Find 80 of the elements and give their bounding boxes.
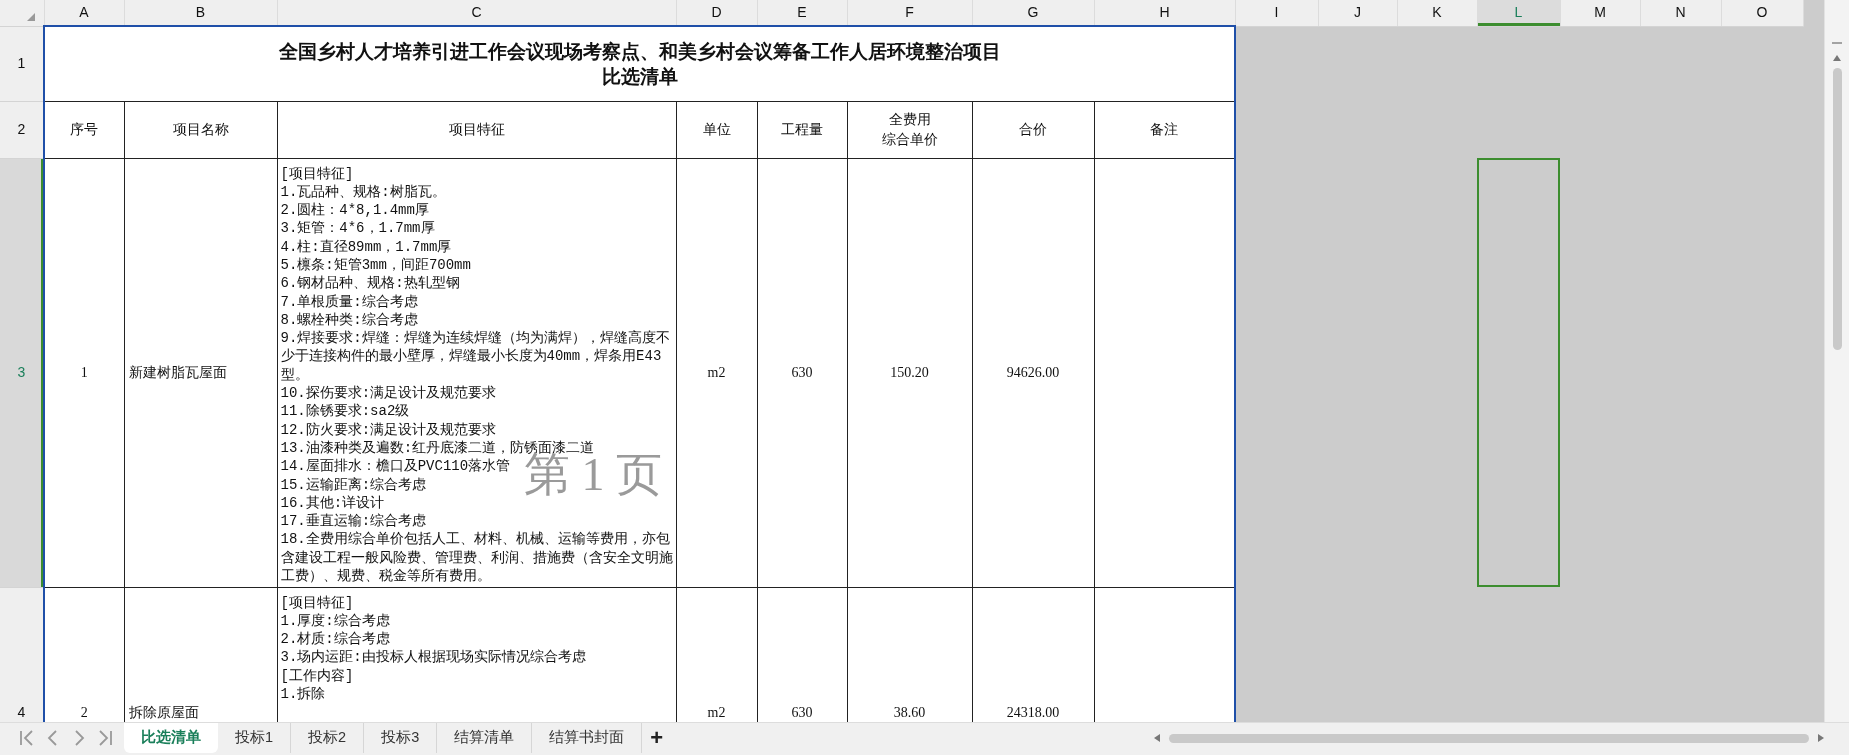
- vertical-scrollbar[interactable]: [1824, 0, 1849, 722]
- column-header[interactable]: L: [1477, 0, 1560, 26]
- column-header[interactable]: J: [1318, 0, 1397, 26]
- scroll-left-icon[interactable]: [1153, 733, 1161, 743]
- feature-line: 6.钢材品种、规格:热轧型钢: [280, 274, 460, 293]
- column-header[interactable]: B: [124, 0, 277, 26]
- total-price: 24318.00: [972, 587, 1094, 722]
- column-header[interactable]: D: [676, 0, 757, 26]
- sheet-tab[interactable]: 结算清单: [437, 723, 533, 753]
- row-header[interactable]: 4: [0, 587, 44, 722]
- feature-line: 1.厚度:综合考虑: [280, 611, 390, 631]
- total-price: 94626.00: [972, 158, 1094, 587]
- sheet-title: 全国乡村人才培养引进工作会议现场考察点、和美乡村会议筹备工作人居环境整治项目 比选清单: [44, 26, 1235, 101]
- feature-line: 18.全费用综合单价包括人工、材料、机械、运输等费用，亦包含建设工程一般风险费、管理费、利润、措施费（含安全文明施工费）、规费、税金等所有费用。: [280, 530, 673, 586]
- row-header[interactable]: 1: [0, 26, 44, 101]
- select-all-corner[interactable]: [0, 0, 44, 26]
- sheet-tab[interactable]: 投标3: [364, 723, 438, 753]
- column-header[interactable]: A: [44, 0, 124, 26]
- column-heading: 备注: [1094, 101, 1235, 158]
- column-header[interactable]: C: [277, 0, 676, 26]
- unit: m2: [676, 587, 757, 722]
- feature-line: 5.檩条:矩管3mm，间距700mm: [280, 256, 471, 275]
- item-number: 1: [44, 158, 124, 587]
- feature-line: [项目特征]: [280, 164, 354, 183]
- feature-line: 8.螺栓种类:综合考虑: [280, 310, 418, 330]
- feature-line: 9.焊接要求:焊缝：焊缝为连续焊缝（均为满焊），焊缝高度不少于连接构件的最小壁厚，焊缝最小长度为40mm，焊条用E43型。: [280, 329, 673, 385]
- feature-line: [项目特征]: [280, 593, 354, 612]
- column-header[interactable]: H: [1094, 0, 1235, 26]
- item-name: 新建树脂瓦屋面: [124, 158, 277, 587]
- column-heading: 项目名称: [124, 101, 277, 158]
- column-heading: 序号: [44, 101, 124, 158]
- sheet-tab[interactable]: 结算书封面: [532, 723, 643, 753]
- column-heading: 单位: [676, 101, 757, 158]
- feature-line: 4.柱:直径89mm，1.7mm厚: [280, 237, 452, 256]
- selected-cell[interactable]: [1477, 158, 1560, 587]
- column-header[interactable]: G: [972, 0, 1094, 26]
- feature-line: [工作内容]: [280, 666, 354, 685]
- add-sheet-button[interactable]: +: [642, 723, 672, 753]
- sheet-tab[interactable]: 比选清单: [124, 723, 218, 753]
- column-heading: 工程量: [757, 101, 847, 158]
- feature-line: 11.除锈要求:sa2级: [280, 402, 410, 421]
- feature-line: 1.拆除: [280, 685, 326, 704]
- column-header[interactable]: N: [1640, 0, 1721, 26]
- row-header[interactable]: 3: [0, 158, 44, 587]
- unit: m2: [676, 158, 757, 587]
- feature-line: 7.单根质量:综合考虑: [280, 292, 418, 311]
- horizontal-scrollbar[interactable]: [1169, 733, 1809, 743]
- scroll-up-icon[interactable]: [1832, 54, 1842, 62]
- feature-line: 15.运输距离:综合考虑: [280, 475, 427, 494]
- feature-line: 3.场内运距:由投标人根据现场实际情况综合考虑: [280, 648, 586, 667]
- feature-line: 3.矩管：4*6，1.7mm厚: [280, 219, 435, 238]
- sheet-tab[interactable]: 投标1: [218, 723, 292, 753]
- row-header[interactable]: 2: [0, 101, 44, 158]
- column-heading: 项目特征: [277, 101, 676, 158]
- feature-line: 14.屋面排水：檐口及PVC110落水管: [280, 457, 511, 476]
- feature-line: 2.圆柱：4*8,1.4mm厚: [280, 201, 429, 220]
- column-header[interactable]: E: [757, 0, 847, 26]
- unit-price: 150.20: [847, 158, 972, 587]
- feature-line: 1.瓦品种、规格:树脂瓦。: [280, 182, 446, 202]
- column-heading: 全费用 综合单价: [847, 101, 972, 158]
- feature-line: 16.其他:详设计: [280, 493, 385, 513]
- scroll-thumb[interactable]: [1832, 68, 1842, 350]
- column-header[interactable]: K: [1397, 0, 1477, 26]
- item-number: 2: [44, 587, 124, 722]
- feature-line: 10.探伤要求:满足设计及规范要求: [280, 384, 497, 403]
- unit-price: 38.60: [847, 587, 972, 722]
- corner-triangle-icon: [26, 11, 36, 22]
- column-header[interactable]: F: [847, 0, 972, 26]
- column-header[interactable]: M: [1560, 0, 1640, 26]
- scroll-right-icon[interactable]: [1817, 733, 1825, 743]
- quantity: 630: [757, 158, 847, 587]
- sheet-tab[interactable]: 投标2: [291, 723, 365, 753]
- column-header[interactable]: I: [1235, 0, 1318, 26]
- column-header[interactable]: O: [1721, 0, 1803, 26]
- quantity: 630: [757, 587, 847, 722]
- feature-line: 12.防火要求:满足设计及规范要求: [280, 420, 497, 439]
- feature-line: 17.垂直运输:综合考虑: [280, 512, 427, 531]
- item-name: 拆除原屋面: [124, 587, 277, 722]
- feature-line: 2.材质:综合考虑: [280, 630, 390, 649]
- column-heading: 合价: [972, 101, 1094, 158]
